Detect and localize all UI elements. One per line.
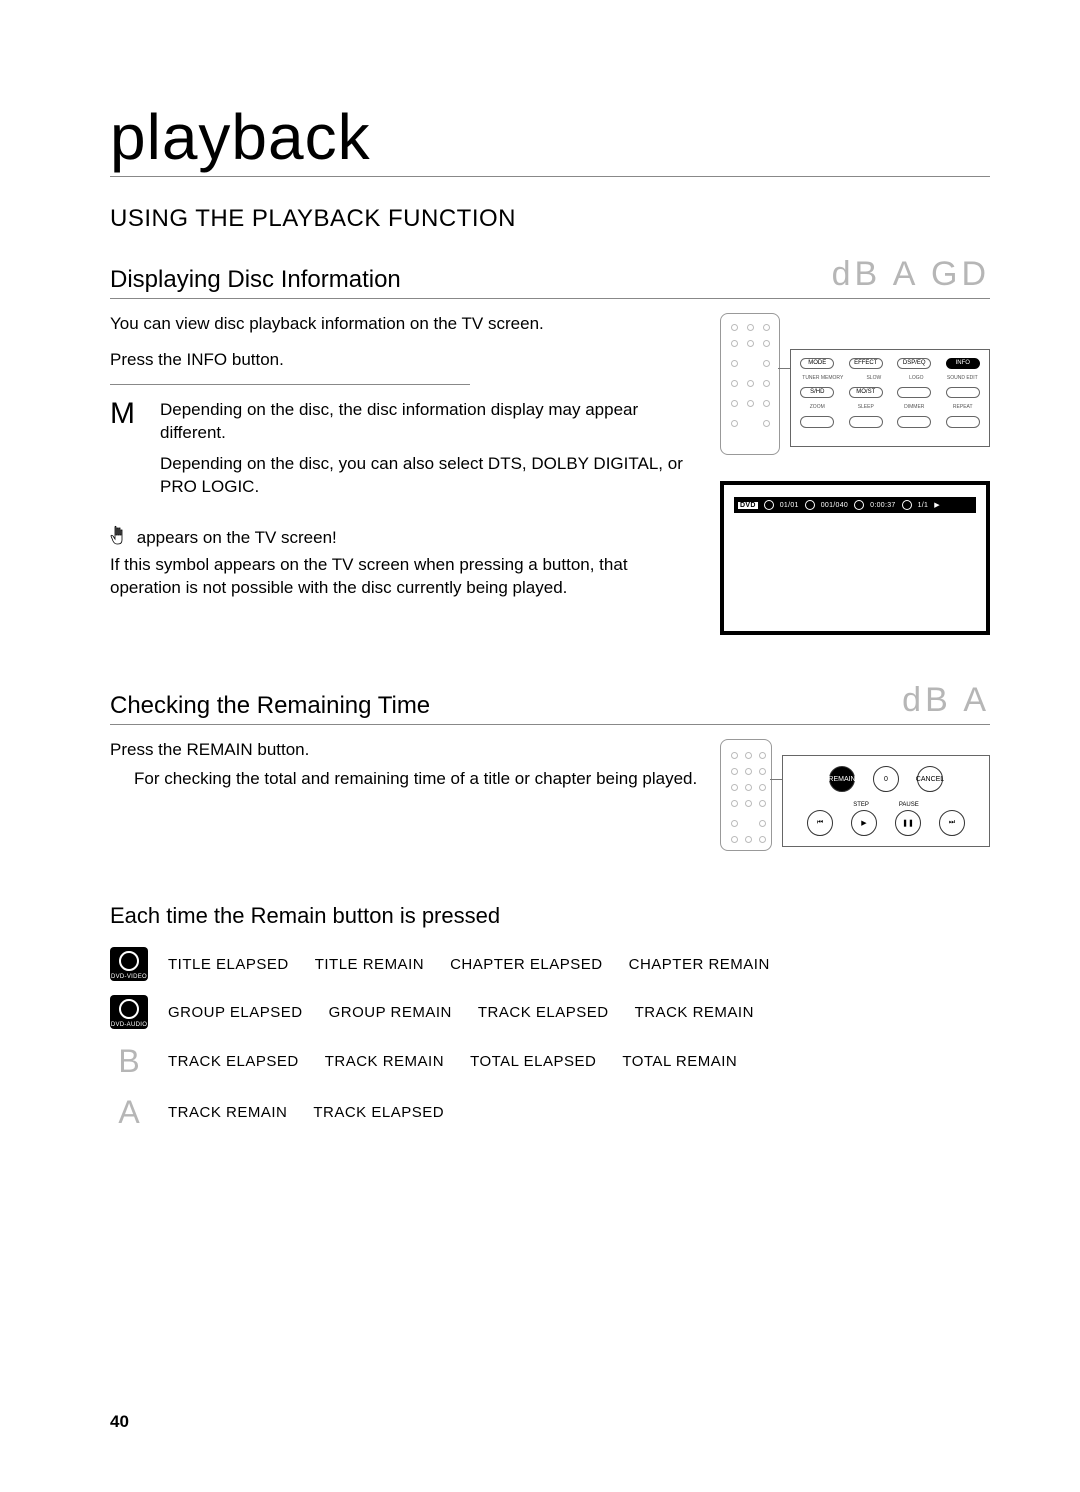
remain-row: DVD-VIDEO TITLE ELAPSED TITLE REMAIN CHA… xyxy=(110,947,990,981)
remote-btn-dspeq: DSP/EQ xyxy=(897,358,931,369)
subheading-disc-info: Displaying Disc Information xyxy=(110,266,401,294)
remain-step: Press the REMAIN button. xyxy=(110,739,700,762)
remain-item: TRACK REMAIN xyxy=(635,1004,754,1021)
disc-type-codes-remain: dB A xyxy=(902,681,990,720)
divider xyxy=(110,384,470,385)
remain-row: B TRACK ELAPSED TRACK REMAIN TOTAL ELAPS… xyxy=(110,1043,990,1080)
osd-title: 01/01 xyxy=(780,502,799,509)
chapter-icon xyxy=(805,500,815,510)
hand-body: If this symbol appears on the TV screen … xyxy=(110,554,700,600)
remain-row: DVD-AUDIO GROUP ELAPSED GROUP REMAIN TRA… xyxy=(110,995,990,1029)
disc-badge-dvd-video: DVD-VIDEO xyxy=(110,947,148,981)
chapter-title: playback xyxy=(110,100,990,177)
remote-btn-next: ⏭ xyxy=(939,810,965,836)
disc-badge-dvd-audio: DVD-AUDIO xyxy=(110,995,148,1029)
remote-btn-zero: 0 xyxy=(873,766,899,792)
page-number: 40 xyxy=(110,1412,129,1432)
remain-item: CHAPTER REMAIN xyxy=(629,956,770,973)
disc-info-step: Press the INFO button. xyxy=(110,350,700,370)
note-glyph: M xyxy=(110,399,138,507)
disc-type-codes: dB A GD xyxy=(832,255,990,294)
note-line-1: Depending on the disc, the disc informat… xyxy=(160,399,700,445)
remain-item: TRACK REMAIN xyxy=(325,1053,444,1070)
remain-item: TITLE REMAIN xyxy=(315,956,424,973)
disc-badge-letter: B xyxy=(110,1043,148,1080)
subheading-remain: Checking the Remaining Time xyxy=(110,692,430,720)
remain-item: TRACK REMAIN xyxy=(168,1104,287,1121)
tv-screen-diagram: DVD 01/01 001/040 0:00:37 1/1 ▶ xyxy=(720,481,990,635)
remain-item: CHAPTER ELAPSED xyxy=(450,956,603,973)
remote-btn-play: ▶ xyxy=(851,810,877,836)
hand-icon xyxy=(110,525,128,550)
remain-item: TOTAL ELAPSED xyxy=(470,1053,596,1070)
disc-badge-letter: A xyxy=(110,1094,148,1131)
section-heading: USING THE PLAYBACK FUNCTION xyxy=(110,205,990,233)
osd-time: 0:00:37 xyxy=(870,502,895,509)
osd-chapter: 001/040 xyxy=(821,502,848,509)
clock-icon xyxy=(854,500,864,510)
remain-item: GROUP ELAPSED xyxy=(168,1004,303,1021)
disc-info-intro: You can view disc playback information o… xyxy=(110,313,700,336)
remote-btn-cancel: CANCEL xyxy=(917,766,943,792)
note-line-2: Depending on the disc, you can also sele… xyxy=(160,453,700,499)
remote-btn-prev: ⏮ xyxy=(807,810,833,836)
remote-diagram-remain: REMAIN 0 CANCEL STEP PAUSE ⏮ ▶ ❚❚ ⏭ xyxy=(720,739,990,859)
osd-bar: DVD 01/01 001/040 0:00:37 1/1 ▶ xyxy=(734,497,976,513)
remain-item: TRACK ELAPSED xyxy=(168,1053,299,1070)
remain-item: TITLE ELAPSED xyxy=(168,956,289,973)
remain-body: For checking the total and remaining tim… xyxy=(110,768,700,791)
remote-diagram-info: MODE EFFECT DSP/EQ INFO TUNER MEMORY SLO… xyxy=(720,313,990,463)
remain-row: A TRACK REMAIN TRACK ELAPSED xyxy=(110,1094,990,1131)
remote-btn-mode: MODE xyxy=(800,358,834,369)
remain-item: TRACK ELAPSED xyxy=(478,1004,609,1021)
remote-btn-effect: EFFECT xyxy=(849,358,883,369)
remain-item: TRACK ELAPSED xyxy=(313,1104,444,1121)
osd-disc: DVD xyxy=(738,502,758,509)
remote-btn-remain: REMAIN xyxy=(829,766,855,792)
audio-icon xyxy=(902,500,912,510)
remote-btn-info: INFO xyxy=(946,358,980,369)
osd-audio: 1/1 xyxy=(918,502,929,509)
remain-item: TOTAL REMAIN xyxy=(622,1053,737,1070)
remain-item: GROUP REMAIN xyxy=(329,1004,452,1021)
title-icon xyxy=(764,500,774,510)
hand-text: appears on the TV screen! xyxy=(137,528,337,547)
osd-play-icon: ▶ xyxy=(934,501,940,509)
remain-table-heading: Each time the Remain button is pressed xyxy=(110,903,990,929)
remote-btn-pause: ❚❚ xyxy=(895,810,921,836)
